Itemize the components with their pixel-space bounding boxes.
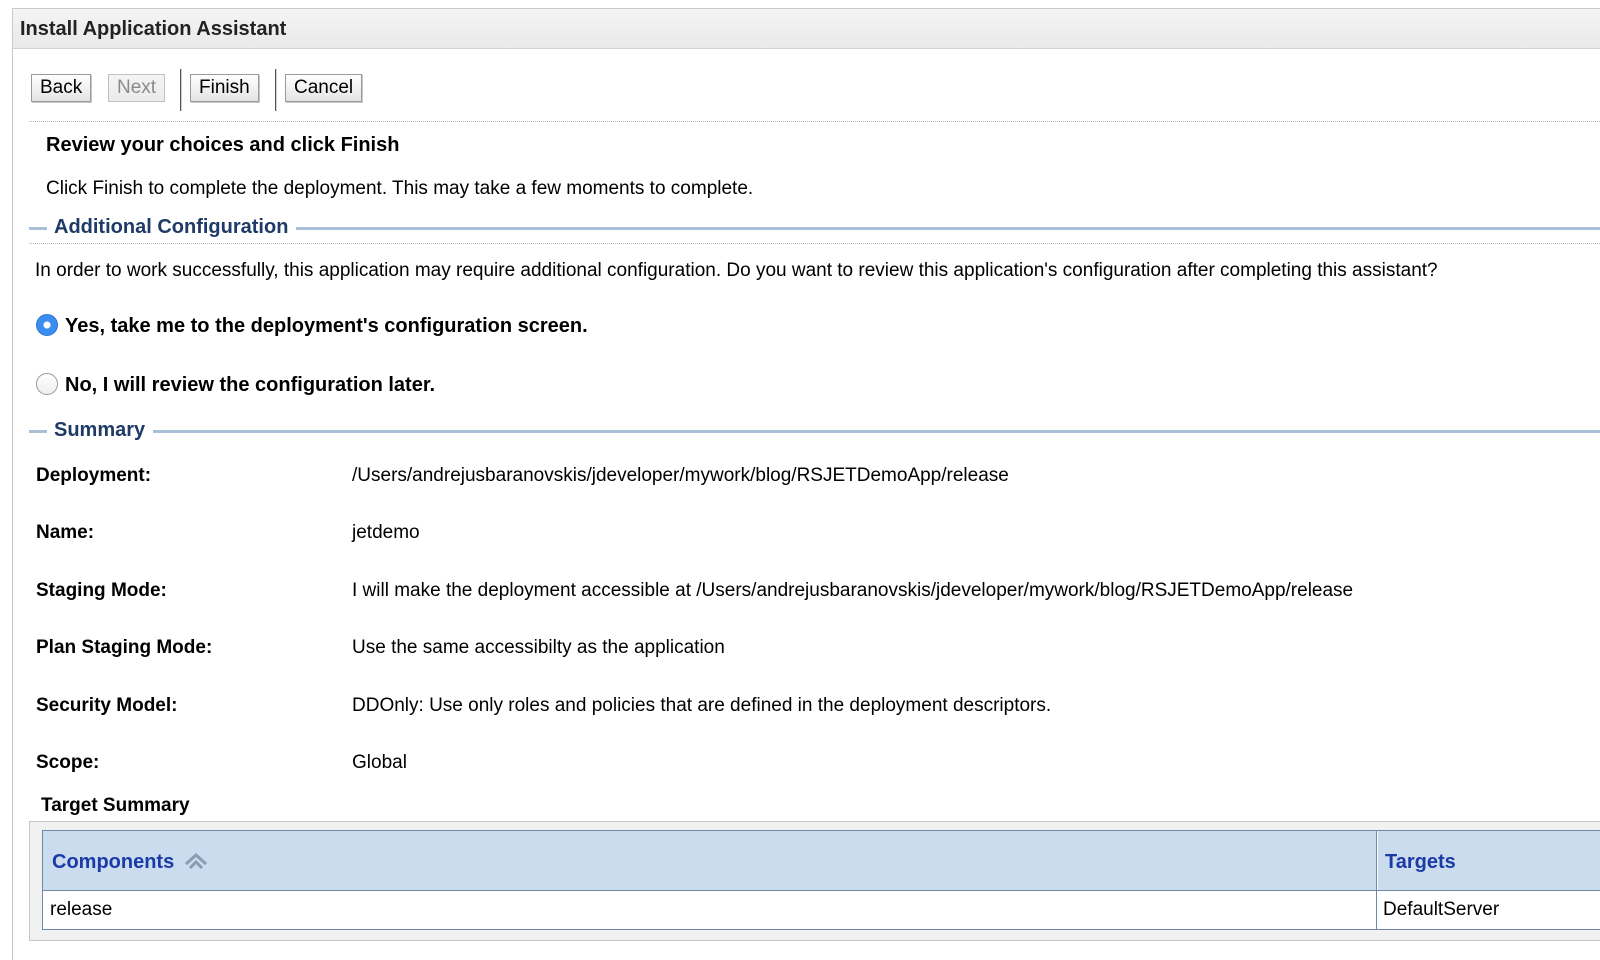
section-rule — [29, 430, 47, 433]
section-rule — [29, 227, 47, 230]
column-divider — [1376, 891, 1378, 929]
radio-review-later-label[interactable]: No, I will review the configuration late… — [65, 374, 435, 397]
install-assistant-panel: Install Application Assistant Back Next … — [12, 8, 1600, 960]
section-title: Summary — [54, 419, 146, 442]
summary-label-scope: Scope: — [36, 752, 100, 773]
column-header-components-label[interactable]: Components — [52, 851, 174, 873]
summary-value-scope: Global — [352, 752, 407, 773]
page-heading: Review your choices and click Finish — [46, 134, 400, 156]
summary-label-name: Name: — [36, 522, 95, 543]
summary-label-staging-mode: Staging Mode: — [36, 580, 167, 601]
radio-review-now-label[interactable]: Yes, take me to the deployment's configu… — [65, 315, 588, 338]
table-header: Components Targets — [42, 830, 1600, 891]
cancel-button[interactable]: Cancel — [285, 74, 363, 102]
divider — [29, 121, 1600, 122]
summary-label-security-model: Security Model: — [36, 695, 178, 716]
panel-titlebar: Install Application Assistant — [13, 9, 1600, 49]
radio-review-now[interactable] — [36, 314, 58, 336]
summary-value-plan-staging-mode: Use the same accessibilty as the applica… — [352, 637, 725, 658]
summary-value-security-model: DDOnly: Use only roles and policies that… — [352, 695, 1052, 716]
summary-label-deployment: Deployment: — [36, 465, 152, 486]
toolbar-separator — [180, 69, 182, 111]
divider — [29, 243, 1600, 244]
cell-target: DefaultServer — [1383, 899, 1500, 920]
summary-label-plan-staging-mode: Plan Staging Mode: — [36, 637, 213, 658]
summary-value-deployment: /Users/andrejusbaranovskis/jdeveloper/my… — [352, 465, 1009, 486]
target-summary-table: Components Targets release DefaultServer — [29, 821, 1600, 941]
panel-title: Install Application Assistant — [20, 18, 287, 40]
section-summary: Summary — [29, 419, 1600, 443]
column-divider — [1376, 831, 1378, 890]
column-header-targets[interactable]: Targets — [1385, 851, 1456, 874]
radio-review-later[interactable] — [36, 373, 58, 395]
summary-value-staging-mode: I will make the deployment accessible at… — [352, 580, 1354, 601]
section-rule — [296, 227, 1600, 230]
config-question: In order to work successfully, this appl… — [35, 260, 1438, 281]
intro-text: Click Finish to complete the deployment.… — [46, 178, 754, 199]
toolbar-separator — [275, 69, 277, 111]
sort-ascending-icon[interactable] — [184, 852, 208, 876]
finish-button[interactable]: Finish — [190, 74, 259, 102]
table-row: release DefaultServer — [42, 891, 1600, 930]
back-button[interactable]: Back — [31, 74, 92, 102]
column-header-components[interactable]: Components — [52, 851, 208, 876]
next-button[interactable]: Next — [108, 74, 166, 102]
section-additional-configuration: Additional Configuration — [29, 216, 1600, 240]
target-summary-title: Target Summary — [41, 795, 190, 816]
cell-component: release — [50, 899, 113, 920]
section-rule — [153, 430, 1600, 433]
section-title: Additional Configuration — [54, 216, 289, 239]
summary-value-name: jetdemo — [352, 522, 420, 543]
